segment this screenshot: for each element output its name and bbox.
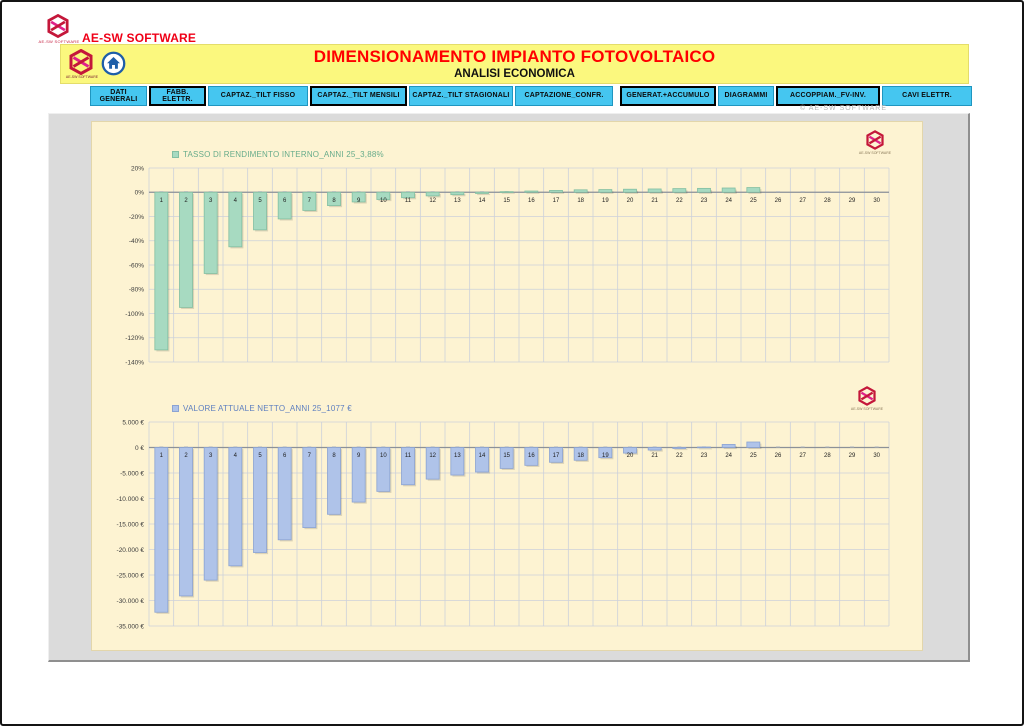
- svg-text:30: 30: [873, 453, 880, 459]
- svg-text:14: 14: [479, 453, 486, 459]
- svg-text:22: 22: [676, 198, 683, 204]
- header-band: AE-SW SOFTWARE DIMENSIONAMENTO IMPIANTO …: [60, 44, 969, 84]
- svg-text:20: 20: [627, 453, 634, 459]
- app-window: AE-SW SOFTWARE AE-SW SOFTWARE AE-SW SOFT…: [0, 0, 1024, 726]
- tab-dati-generali[interactable]: DATI GENERALI: [90, 86, 147, 106]
- svg-text:29: 29: [849, 453, 856, 459]
- svg-text:-80%: -80%: [129, 287, 144, 294]
- svg-text:21: 21: [651, 453, 658, 459]
- tab-cavi-elettr[interactable]: CAVI ELETTR.: [882, 86, 972, 106]
- panel-logo-caption: AE-SW SOFTWARE: [844, 407, 890, 411]
- svg-text:-5.000 €: -5.000 €: [120, 470, 144, 477]
- svg-text:24: 24: [725, 198, 732, 204]
- svg-text:20%: 20%: [131, 165, 144, 172]
- svg-text:5.000 €: 5.000 €: [122, 419, 144, 426]
- svg-text:27: 27: [799, 453, 806, 459]
- tab-captaz-tilt-stagionali[interactable]: CAPTAZ._TILT STAGIONALI: [409, 86, 513, 106]
- page-subtitle: ANALISI ECONOMICA: [61, 68, 968, 80]
- svg-text:29: 29: [849, 198, 856, 204]
- svg-text:-40%: -40%: [129, 238, 144, 245]
- svg-text:15: 15: [503, 453, 510, 459]
- tab-captaz-tilt-mensili[interactable]: CAPTAZ._TILT MENSILI: [310, 86, 407, 106]
- svg-text:11: 11: [405, 198, 412, 204]
- svg-text:10: 10: [380, 198, 387, 204]
- svg-text:-15.000 €: -15.000 €: [117, 521, 145, 528]
- svg-text:17: 17: [553, 198, 560, 204]
- panel-logo-caption: AE-SW SOFTWARE: [852, 151, 898, 155]
- svg-text:14: 14: [479, 198, 486, 204]
- svg-text:-140%: -140%: [125, 359, 144, 366]
- tab-captazione-confr[interactable]: CAPTAZIONE_CONFR.: [515, 86, 613, 106]
- svg-text:-60%: -60%: [129, 262, 144, 269]
- svg-text:15: 15: [503, 198, 510, 204]
- svg-text:30: 30: [873, 198, 880, 204]
- svg-text:23: 23: [701, 453, 708, 459]
- svg-text:0 €: 0 €: [135, 445, 144, 452]
- irr-npv-bar-charts: 20%0%-20%-40%-60%-80%-100%-120%-140%1234…: [92, 122, 924, 652]
- svg-text:25: 25: [750, 198, 757, 204]
- svg-text:-100%: -100%: [125, 311, 144, 318]
- svg-text:25: 25: [750, 453, 757, 459]
- charts-canvas: TASSO DI RENDIMENTO INTERNO_ANNI 25_3,88…: [48, 113, 970, 662]
- svg-text:12: 12: [429, 198, 436, 204]
- svg-text:12: 12: [429, 453, 436, 459]
- svg-text:26: 26: [775, 198, 782, 204]
- page-title: DIMENSIONAMENTO IMPIANTO FOTOVOLTAICO: [61, 47, 968, 67]
- svg-text:24: 24: [725, 453, 732, 459]
- svg-text:-20%: -20%: [129, 214, 144, 221]
- svg-text:28: 28: [824, 453, 831, 459]
- svg-text:-120%: -120%: [125, 335, 144, 342]
- svg-text:-20.000 €: -20.000 €: [117, 547, 145, 554]
- svg-text:0%: 0%: [135, 190, 145, 197]
- copyright-watermark: © AE-SW SOFTWARE: [800, 105, 887, 112]
- svg-text:18: 18: [577, 198, 584, 204]
- svg-text:10: 10: [380, 453, 387, 459]
- svg-text:27: 27: [799, 198, 806, 204]
- svg-text:22: 22: [676, 453, 683, 459]
- tab-generat-accumulo[interactable]: GENERAT.+ACCUMULO: [620, 86, 716, 106]
- svg-text:16: 16: [528, 453, 535, 459]
- svg-text:13: 13: [454, 453, 461, 459]
- svg-text:20: 20: [627, 198, 634, 204]
- svg-text:18: 18: [577, 453, 584, 459]
- svg-text:16: 16: [528, 198, 535, 204]
- svg-text:21: 21: [651, 198, 658, 204]
- tab-diagrammi[interactable]: DIAGRAMMI: [718, 86, 774, 106]
- svg-text:28: 28: [824, 198, 831, 204]
- sheet-tab-bar: DATI GENERALIFABB. ELETTR.CAPTAZ._TILT F…: [90, 86, 974, 106]
- ae-sw-logo-icon: [866, 130, 884, 150]
- svg-text:-30.000 €: -30.000 €: [117, 598, 145, 605]
- svg-text:17: 17: [553, 453, 560, 459]
- svg-text:13: 13: [454, 198, 461, 204]
- chart-panel: TASSO DI RENDIMENTO INTERNO_ANNI 25_3,88…: [91, 121, 923, 651]
- ae-sw-logo-icon: [47, 14, 69, 38]
- svg-text:-35.000 €: -35.000 €: [117, 623, 145, 630]
- svg-text:19: 19: [602, 453, 609, 459]
- svg-text:-10.000 €: -10.000 €: [117, 496, 145, 503]
- svg-text:-25.000 €: -25.000 €: [117, 572, 145, 579]
- tab-accoppiam-fv-inv[interactable]: ACCOPPIAM._FV-INV.: [776, 86, 880, 106]
- brand-name: AE-SW SOFTWARE: [82, 31, 196, 45]
- ae-sw-logo-icon: [858, 386, 876, 406]
- svg-text:26: 26: [775, 453, 782, 459]
- svg-text:11: 11: [405, 453, 412, 459]
- svg-text:19: 19: [602, 198, 609, 204]
- svg-text:23: 23: [701, 198, 708, 204]
- tab-fabb-elettr[interactable]: FABB. ELETTR.: [149, 86, 206, 106]
- tab-captaz-tilt-fisso[interactable]: CAPTAZ._TILT FISSO: [208, 86, 308, 106]
